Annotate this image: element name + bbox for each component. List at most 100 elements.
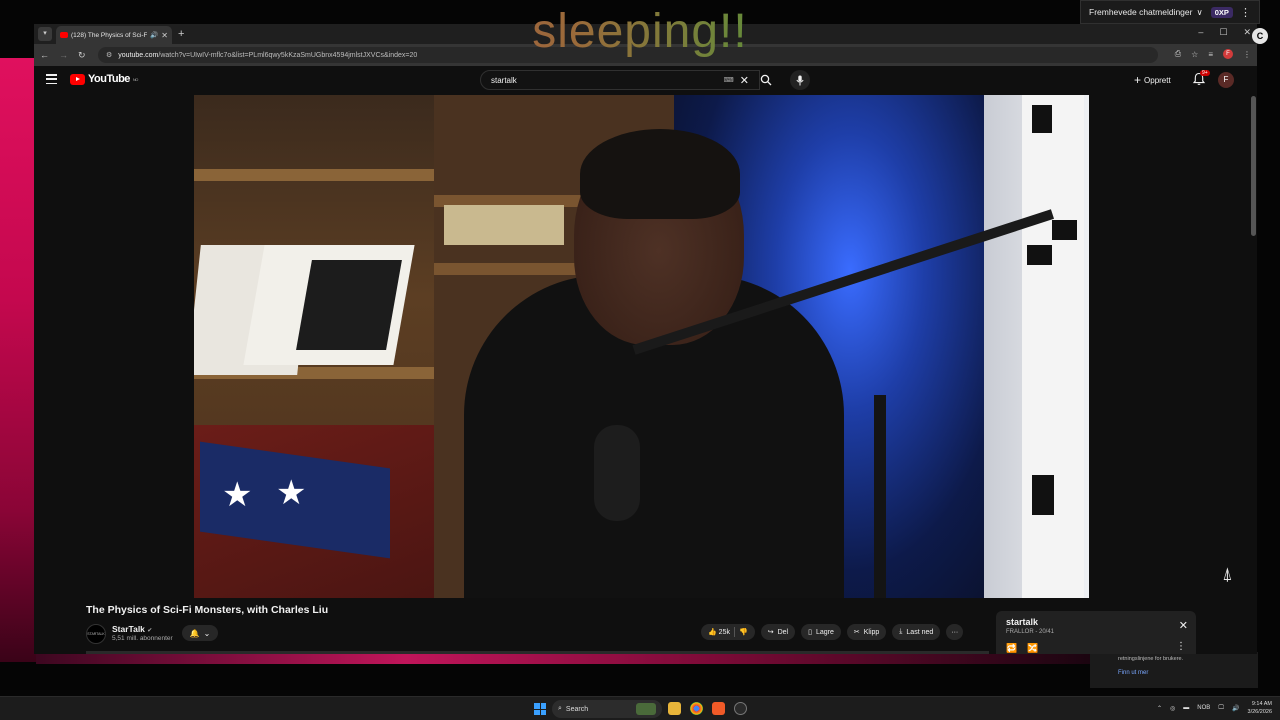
tray-app-icon[interactable]: ▬ <box>1183 705 1189 711</box>
brave-icon[interactable] <box>712 702 725 715</box>
window-controls: – ☐ ✕ <box>1198 27 1251 38</box>
bookmark-star-icon[interactable]: ☆ <box>1191 50 1198 59</box>
clock-date: 3/26/2026 <box>1247 709 1272 715</box>
site-info-icon[interactable]: ⚙ <box>106 51 112 59</box>
clear-search-icon[interactable]: ✕ <box>740 74 749 87</box>
url-host: youtube.com <box>118 51 159 59</box>
tab-youtube-video[interactable]: (128) The Physics of Sci-Fi M 🔊 ✕ <box>56 26 172 44</box>
channel-avatar[interactable]: STARTALK <box>86 624 106 644</box>
new-tab-icon[interactable]: + <box>178 28 184 40</box>
clip-button[interactable]: ✂ Klipp <box>846 624 887 640</box>
more-actions-button[interactable]: ··· <box>946 624 964 640</box>
divider <box>733 627 735 637</box>
file-explorer-icon[interactable] <box>668 702 681 715</box>
maximize-button[interactable]: ☐ <box>1219 27 1227 38</box>
rocket-marking <box>1027 245 1052 265</box>
tray-language[interactable]: NOB <box>1197 705 1210 711</box>
scissors-icon: ✂ <box>853 629 860 636</box>
app-icon[interactable] <box>734 702 747 715</box>
clip-label: Klipp <box>863 628 880 636</box>
search-icon <box>760 74 772 86</box>
playlist-title[interactable]: startalk <box>1006 617 1186 627</box>
notification-text: retningslinjene for brukere. <box>1118 656 1184 662</box>
close-window-button[interactable]: ✕ <box>1243 27 1251 38</box>
video-speaker <box>434 129 854 598</box>
video-flag-star: ★ <box>222 476 253 514</box>
create-button[interactable]: + Opprett <box>1134 73 1171 87</box>
search-highlight-icon <box>636 703 656 715</box>
toolbar-actions: ⎙ ☆ ≡ F ⋮ <box>1175 49 1251 59</box>
windows-start-icon[interactable] <box>534 703 546 715</box>
search-button[interactable] <box>754 70 778 90</box>
like-button[interactable]: 👍 25k <box>708 628 730 636</box>
more-icon: ··· <box>951 628 959 636</box>
speaker-icon[interactable]: 🔊 <box>150 31 158 39</box>
browser-profile-avatar[interactable]: F <box>1223 49 1233 59</box>
reload-icon[interactable]: ↻ <box>78 50 86 61</box>
download-icon: ⤓ <box>899 628 903 635</box>
dislike-button[interactable]: 👎 <box>739 628 748 636</box>
chevron-up-icon[interactable]: ⌃ <box>1157 705 1162 712</box>
system-tray: ⌃ ◎ ▬ NOB 🖵 🔊 9:14 AM 3/26/2026 <box>1157 700 1272 716</box>
network-icon[interactable]: 🖵 <box>1218 705 1224 712</box>
clock-time: 9:14 AM <box>1251 701 1272 707</box>
tab-close-icon[interactable]: ✕ <box>161 31 168 40</box>
rocket-marking <box>1052 220 1077 240</box>
keyboard-icon[interactable]: ⌨ <box>724 76 734 84</box>
notification-count-badge: 9+ <box>1200 70 1210 76</box>
like-count: 25k <box>718 629 730 636</box>
rocket-marking <box>1032 475 1054 515</box>
video-player[interactable]: ★ ★ <box>194 95 1089 598</box>
voice-search-button[interactable] <box>790 70 810 90</box>
subscription-notification-button[interactable]: 🔔 ⌄ <box>182 625 218 641</box>
youtube-favicon-icon <box>60 32 68 38</box>
address-bar[interactable]: ⚙ youtube.com/watch?v=UIwIV-mflc7o&list=… <box>98 47 1158 63</box>
volume-icon[interactable]: 🔊 <box>1232 705 1239 712</box>
minimize-button[interactable]: – <box>1198 27 1203 38</box>
browser-menu-icon[interactable]: ⋮ <box>1243 50 1251 59</box>
url-path: /watch?v=UIwIV-mflc7o&list=PLml6qwy5kKza… <box>158 51 418 59</box>
loop-icon[interactable]: 🔁 <box>1006 643 1017 654</box>
tab-search-dropdown-icon[interactable]: ▾ <box>38 27 52 41</box>
download-button[interactable]: ⤓ Last ned <box>892 624 941 640</box>
video-shelf-board <box>194 169 434 181</box>
forward-icon[interactable]: → <box>59 50 68 60</box>
channel-name[interactable]: StarTalk ✔ <box>112 624 152 634</box>
background-window-edge <box>0 58 36 662</box>
install-app-icon[interactable]: ⎙ <box>1175 49 1181 59</box>
channel-watermark-icon[interactable]: ⍋ <box>1222 564 1233 585</box>
description-divider <box>86 651 989 654</box>
menu-icon[interactable] <box>46 74 57 84</box>
save-button[interactable]: ▯ Lagre <box>801 624 841 640</box>
download-label: Last ned <box>906 628 934 636</box>
video-microphone <box>594 425 640 521</box>
overlay-avatar-icon[interactable]: C <box>1252 28 1268 44</box>
taskbar: ⌕ Search ⌃ ◎ ▬ NOB 🖵 🔊 9:14 AM 3/26/2026 <box>0 696 1280 720</box>
video-actions: 👍 25k 👎 ↪ Del ▯ Lagre ✂ Klipp ⤓ Last ned ··· <box>701 624 964 640</box>
clock[interactable]: 9:14 AM 3/26/2026 <box>1248 700 1272 716</box>
tray-app-icon[interactable]: ◎ <box>1170 705 1175 712</box>
taskbar-search[interactable]: ⌕ Search <box>552 700 662 718</box>
back-icon[interactable]: ← <box>40 50 49 60</box>
youtube-logo-text: YouTube <box>88 73 130 85</box>
account-avatar[interactable]: F <box>1218 72 1234 88</box>
like-dislike-group: 👍 25k 👎 <box>701 624 755 640</box>
playlist-controls: 🔁 🔀 <box>1006 643 1038 654</box>
featured-chat-popup[interactable]: Fremhevede chatmeldinger ∨ 0XP ⋮ <box>1080 0 1260 24</box>
tab-title: (128) The Physics of Sci-Fi M <box>71 31 148 39</box>
chevron-down-icon: ⌄ <box>203 628 211 638</box>
share-button[interactable]: ↪ Del <box>760 624 796 640</box>
shuffle-icon[interactable]: 🔀 <box>1027 643 1038 654</box>
learn-more-link[interactable]: Finn ut mer <box>1118 670 1230 676</box>
playlist-more-icon[interactable]: ⋮ <box>1176 641 1186 652</box>
bell-icon: 🔔 <box>189 628 200 638</box>
media-controls-icon[interactable]: ≡ <box>1208 50 1213 59</box>
scrollbar-thumb[interactable] <box>1251 96 1256 236</box>
close-playlist-icon[interactable]: ✕ <box>1179 619 1188 632</box>
desktop: retningslinjene for brukere. Finn ut mer… <box>0 0 1280 720</box>
chrome-icon[interactable] <box>690 702 703 715</box>
chevron-down-icon[interactable]: ∨ <box>1196 7 1202 18</box>
chat-more-icon[interactable]: ⋮ <box>1240 6 1251 19</box>
youtube-logo[interactable]: YouTube NO <box>70 73 138 85</box>
search-input[interactable]: startalk ⌨ ✕ <box>480 70 760 90</box>
